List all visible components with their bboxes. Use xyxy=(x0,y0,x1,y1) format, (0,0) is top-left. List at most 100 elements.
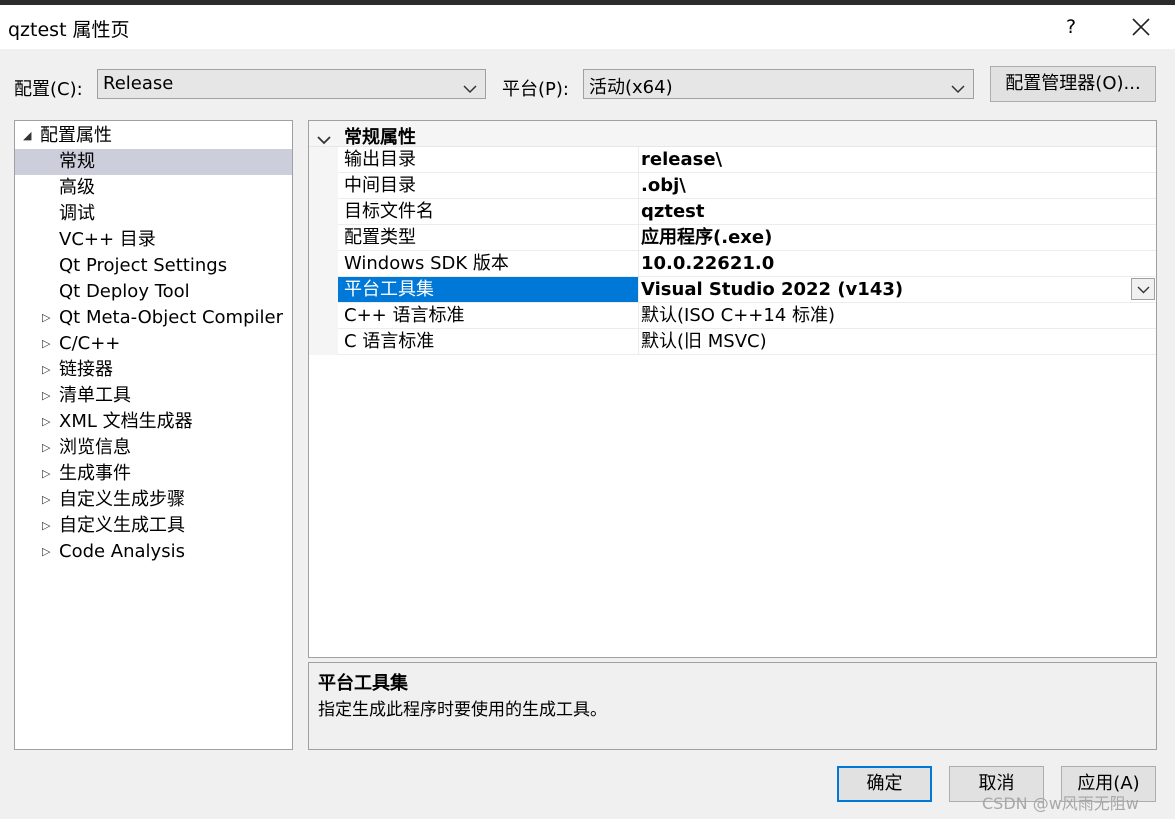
expand-triangle-icon[interactable]: ▷ xyxy=(42,357,50,383)
expand-triangle-icon[interactable]: ▷ xyxy=(42,513,50,539)
expand-triangle-icon[interactable]: ▷ xyxy=(42,461,50,487)
tree-item[interactable]: ▷ C/C++ xyxy=(15,331,292,357)
tree-item-label: Qt Meta-Object Compiler xyxy=(59,307,283,328)
platform-label: 平台(P): xyxy=(502,79,569,100)
expand-triangle-icon[interactable]: ▷ xyxy=(42,331,50,357)
tree-item[interactable]: ▷ 清单工具 xyxy=(15,383,292,409)
title-bar: qztest 属性页 ? xyxy=(0,5,1175,49)
help-button[interactable]: ? xyxy=(1056,11,1086,43)
column-divider xyxy=(638,251,639,277)
property-name: C++ 语言标准 xyxy=(344,305,465,326)
property-value[interactable]: 默认(ISO C++14 标准) xyxy=(641,303,835,328)
property-value[interactable]: .obj\ xyxy=(641,173,686,198)
platform-select[interactable]: 活动(x64) xyxy=(583,69,974,99)
property-name: 平台工具集 xyxy=(338,277,638,302)
tree-item[interactable]: 调试 xyxy=(15,201,292,227)
property-value[interactable]: qztest xyxy=(641,199,705,224)
tree-item[interactable]: VC++ 目录 xyxy=(15,227,292,253)
section-header[interactable]: 常规属性 xyxy=(309,121,1156,150)
tree-item-label: 自定义生成工具 xyxy=(59,515,185,536)
tree-item-label: 常规 xyxy=(59,151,95,172)
expand-triangle-icon[interactable]: ▷ xyxy=(42,539,50,565)
property-row[interactable]: 配置类型 应用程序(.exe) xyxy=(338,225,1156,251)
property-name: Windows SDK 版本 xyxy=(344,253,509,274)
property-row[interactable]: 中间目录 .obj\ xyxy=(338,173,1156,199)
column-divider xyxy=(638,199,639,225)
tree-item[interactable]: ▷ Qt Meta-Object Compiler xyxy=(15,305,292,331)
property-name: 目标文件名 xyxy=(344,201,434,222)
tree-item-label: Qt Deploy Tool xyxy=(59,281,190,302)
tree-item[interactable]: ▷ 链接器 xyxy=(15,357,292,383)
property-value[interactable]: release\ xyxy=(641,147,722,172)
expand-triangle-icon[interactable]: ▷ xyxy=(42,409,50,435)
tree-item-label: Code Analysis xyxy=(59,541,185,562)
tree-item[interactable]: Qt Deploy Tool xyxy=(15,279,292,305)
property-name: 输出目录 xyxy=(344,149,416,170)
tree-item[interactable]: Qt Project Settings xyxy=(15,253,292,279)
property-tree: ◢ 配置属性 常规 高级 调试 VC++ 目录 Qt Project Settings Q… xyxy=(14,120,293,750)
tree-item[interactable]: ▷ 自定义生成工具 xyxy=(15,513,292,539)
property-name: C 语言标准 xyxy=(344,331,435,352)
tree-item-label: 链接器 xyxy=(59,359,113,380)
property-name: 配置类型 xyxy=(344,227,416,248)
grid-gutter xyxy=(309,121,338,355)
watermark: CSDN @w风雨无阻w xyxy=(982,794,1139,813)
property-row[interactable]: C++ 语言标准 默认(ISO C++14 标准) xyxy=(338,303,1156,329)
property-row[interactable]: 目标文件名 qztest xyxy=(338,199,1156,225)
description-pane: 平台工具集 指定生成此程序时要使用的生成工具。 xyxy=(308,662,1157,750)
column-divider xyxy=(638,303,639,329)
column-divider xyxy=(638,147,639,173)
description-title: 平台工具集 xyxy=(318,673,408,694)
column-divider xyxy=(638,173,639,199)
expanded-triangle-icon: ◢ xyxy=(23,129,32,142)
property-value[interactable]: Visual Studio 2022 (v143) xyxy=(641,277,903,302)
tree-item-label: XML 文档生成器 xyxy=(59,411,193,432)
property-value[interactable]: 默认(旧 MSVC) xyxy=(641,329,767,354)
property-value[interactable]: 应用程序(.exe) xyxy=(641,225,772,250)
tree-item-label: VC++ 目录 xyxy=(59,229,156,250)
ok-button[interactable]: 确定 xyxy=(837,766,932,802)
tree-item-label: C/C++ xyxy=(59,333,121,354)
column-divider xyxy=(638,277,639,303)
tree-item-label: 生成事件 xyxy=(59,463,131,484)
config-label: 配置(C): xyxy=(14,79,83,100)
tree-item-label: 清单工具 xyxy=(59,385,131,406)
window-title: qztest 属性页 xyxy=(8,19,130,41)
tree-item[interactable]: ▷ Code Analysis xyxy=(15,539,292,565)
tree-item[interactable]: ▷ 自定义生成步骤 xyxy=(15,487,292,513)
expand-triangle-icon[interactable]: ▷ xyxy=(42,487,50,513)
property-row[interactable]: 平台工具集 Visual Studio 2022 (v143) xyxy=(338,277,1156,303)
tree-root-label: 配置属性 xyxy=(40,125,112,146)
property-row[interactable]: Windows SDK 版本 10.0.22621.0 xyxy=(338,251,1156,277)
config-value: Release xyxy=(103,73,174,94)
property-row[interactable]: 输出目录 release\ xyxy=(338,147,1156,173)
section-title: 常规属性 xyxy=(344,127,416,148)
expand-triangle-icon[interactable]: ▷ xyxy=(42,305,50,331)
description-text: 指定生成此程序时要使用的生成工具。 xyxy=(318,700,607,720)
tree-item-label: 高级 xyxy=(59,177,95,198)
tree-item[interactable]: 常规 xyxy=(15,149,292,175)
property-row[interactable]: C 语言标准 默认(旧 MSVC) xyxy=(338,329,1156,355)
property-value[interactable]: 10.0.22621.0 xyxy=(641,251,774,276)
close-icon[interactable] xyxy=(1125,11,1157,43)
chevron-down-icon[interactable] xyxy=(317,129,331,150)
expand-triangle-icon[interactable]: ▷ xyxy=(42,383,50,409)
config-manager-button[interactable]: 配置管理器(O)... xyxy=(990,66,1156,102)
tree-item[interactable]: 高级 xyxy=(15,175,292,201)
value-dropdown-button[interactable] xyxy=(1131,278,1155,300)
property-grid: 常规属性 输出目录 release\ 中间目录 .obj\ 目标文件名 qztest 配置类… xyxy=(308,120,1157,658)
tree-item-label: 浏览信息 xyxy=(59,437,131,458)
expand-triangle-icon[interactable]: ▷ xyxy=(42,435,50,461)
tree-item[interactable]: ▷ XML 文档生成器 xyxy=(15,409,292,435)
config-select[interactable]: Release xyxy=(97,69,486,99)
chevron-down-icon xyxy=(1137,286,1150,294)
tree-root-config-properties[interactable]: ◢ 配置属性 xyxy=(15,123,292,149)
column-divider xyxy=(638,225,639,251)
tree-item[interactable]: ▷ 浏览信息 xyxy=(15,435,292,461)
chevron-down-icon xyxy=(463,78,477,99)
tree-item[interactable]: ▷ 生成事件 xyxy=(15,461,292,487)
chevron-down-icon xyxy=(951,78,965,99)
tree-item-label: 调试 xyxy=(59,203,95,224)
platform-value: 活动(x64) xyxy=(589,77,673,98)
tree-item-label: 自定义生成步骤 xyxy=(59,489,185,510)
